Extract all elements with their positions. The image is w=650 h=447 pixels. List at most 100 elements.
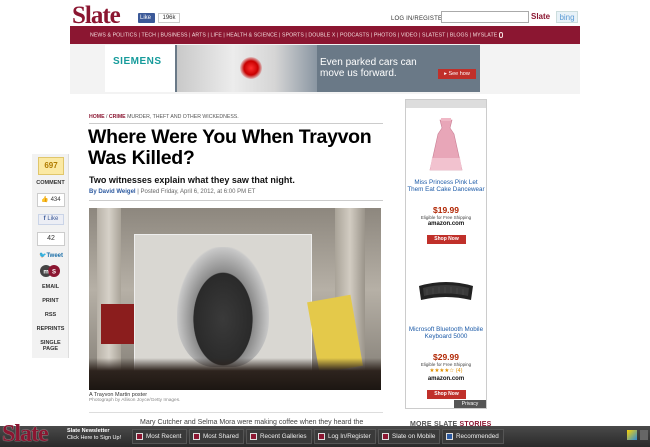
amazon-logo: amazon.com xyxy=(427,376,465,382)
poster-portrait xyxy=(177,247,269,367)
print-link[interactable]: PRINT xyxy=(32,298,69,304)
nav-item-podcasts[interactable]: PODCASTS xyxy=(340,32,369,38)
article-byline: By David Weigel | Posted Friday, April 6… xyxy=(89,189,256,195)
bing-search-button[interactable]: bing xyxy=(556,11,578,23)
nav-item-slatest[interactable]: SLATEST xyxy=(422,32,445,38)
tweet-count-box: 42 xyxy=(37,232,65,246)
ad-headline: Even parked cars can move us forward. xyxy=(320,57,417,79)
nav-item-blogs[interactable]: BLOGS xyxy=(450,32,468,38)
posted-date: Posted Friday, April 6, 2012, at 6:00 PM… xyxy=(140,189,256,195)
breadcrumb: HOME / CRIME MURDER, THEFT AND OTHER WIC… xyxy=(89,114,239,120)
toolbar-button-label: Recent Galleries xyxy=(260,433,307,440)
toolbar-login-register-button[interactable]: Log In/Register xyxy=(314,429,376,444)
nav-item-video[interactable]: VIDEO xyxy=(401,32,418,38)
toolbar-widget-icon[interactable] xyxy=(627,430,637,440)
search-input[interactable] xyxy=(441,11,529,23)
byline-prefix: By xyxy=(89,189,97,195)
free-shipping-note: Eligible for Free Shipping xyxy=(420,362,472,367)
article-headline: Where Were You When Trayvon Was Killed? xyxy=(88,126,372,169)
slate-s-icon xyxy=(382,433,389,440)
login-register-link[interactable]: LOG IN/REGISTER xyxy=(391,16,447,22)
email-link[interactable]: EMAIL xyxy=(32,284,69,290)
comment-link[interactable]: COMMENT xyxy=(32,180,69,186)
article-body-first-line: Mary Cutcher and Selma Mora were making … xyxy=(140,419,364,426)
facebook-like-share-button[interactable]: f Like xyxy=(38,214,64,225)
facebook-like-count-box: 👍 434 xyxy=(37,193,65,207)
ad-logo-panel: SIEMENS xyxy=(105,45,175,92)
rating-stars: ★★★★☆ (4) xyxy=(429,368,463,374)
product-title-keyboard[interactable]: Microsoft Bluetooth Mobile Keyboard 5000 xyxy=(406,326,486,340)
siemens-banner-ad[interactable]: SIEMENS Even parked cars can move us for… xyxy=(105,45,480,92)
toolbar-button-label: Recommended xyxy=(456,433,499,440)
toolbar-most-recent-button[interactable]: Most Recent xyxy=(132,429,187,444)
thumbs-up-icon: 👍 xyxy=(41,197,51,203)
nav-item-news-politics[interactable]: NEWS & POLITICS xyxy=(90,32,137,38)
siemens-logo: SIEMENS xyxy=(113,56,162,67)
keyboard-image[interactable] xyxy=(417,276,475,304)
newsletter-title: Slate Newsletter xyxy=(67,428,110,434)
ad-top-bar xyxy=(406,100,486,108)
breadcrumb-subtitle: MURDER, THEFT AND OTHER WICKEDNESS. xyxy=(127,114,239,120)
divider xyxy=(89,200,383,201)
ad-cta-label: See how xyxy=(448,71,470,77)
star-icon xyxy=(446,433,453,440)
ad-tail-light xyxy=(240,57,262,79)
nav-item-business[interactable]: BUSINESS xyxy=(161,32,188,38)
photo-crowd xyxy=(89,358,381,390)
photo-credit: Photograph by Allison Joyce/Getty Images… xyxy=(89,398,181,403)
product-price-dress: $19.99 xyxy=(433,205,459,215)
main-nav: NEWS & POLITICS | TECH | BUSINESS | ARTS… xyxy=(90,32,503,38)
nav-item-double-x[interactable]: DOUBLE X xyxy=(308,32,335,38)
single-page-link[interactable]: SINGLE PAGE xyxy=(32,340,69,352)
breadcrumb-home[interactable]: HOME xyxy=(89,114,105,120)
nav-item-health-science[interactable]: HEALTH & SCIENCE xyxy=(226,32,277,38)
product-title-dress[interactable]: Miss Princess Pink Let Them Eat Cake Dan… xyxy=(406,179,486,193)
nav-item-sports[interactable]: SPORTS xyxy=(282,32,304,38)
nav-item-arts[interactable]: ARTS xyxy=(192,32,206,38)
myslate-share-icon[interactable]: m S xyxy=(39,264,61,278)
divider xyxy=(89,412,383,413)
divider xyxy=(89,123,383,124)
facebook-like-count: 196k xyxy=(158,13,180,23)
rss-link[interactable]: RSS xyxy=(32,312,69,318)
amazon-sidebar-ad: Miss Princess Pink Let Them Eat Cake Dan… xyxy=(405,99,487,409)
ad-see-how-button[interactable]: ▸ See how xyxy=(438,69,476,79)
nav-item-myslate[interactable]: MYSLATE xyxy=(473,32,498,38)
nav-item-photos[interactable]: PHOTOS xyxy=(374,32,396,38)
nav-item-tech[interactable]: TECH xyxy=(141,32,156,38)
shop-now-button-dress[interactable]: Shop Now xyxy=(427,235,466,244)
svg-text:m: m xyxy=(43,270,48,276)
svg-text:S: S xyxy=(52,270,56,276)
toolbar-button-label: Most Recent xyxy=(146,433,182,440)
slate-s-icon xyxy=(193,433,200,440)
nav-item-life[interactable]: LIFE xyxy=(211,32,222,38)
myslate-icon xyxy=(498,32,503,38)
search-brand-label: Slate xyxy=(531,12,551,21)
toolbar-most-shared-button[interactable]: Most Shared xyxy=(189,429,244,444)
breadcrumb-section[interactable]: CRIME xyxy=(109,114,126,120)
slate-s-icon xyxy=(250,433,257,440)
toolbar-button-label: Slate on Mobile xyxy=(392,433,436,440)
ad-privacy-link[interactable]: Privacy xyxy=(454,400,486,408)
like-count: 434 xyxy=(50,197,61,203)
facebook-like-button[interactable]: Like xyxy=(138,13,155,23)
toolbar-recent-galleries-button[interactable]: Recent Galleries xyxy=(246,429,312,444)
article-dek: Two witnesses explain what they saw that… xyxy=(89,175,295,185)
toolbar-slate-logo[interactable]: Slate xyxy=(2,421,49,447)
amazon-logo: amazon.com xyxy=(427,221,465,227)
reprints-link[interactable]: REPRINTS xyxy=(32,326,69,332)
toolbar-collapse-icon[interactable] xyxy=(640,430,648,440)
author-link[interactable]: David Weigel xyxy=(98,189,135,195)
like-label: Like xyxy=(47,216,59,222)
tweet-label: Tweet xyxy=(46,253,64,259)
tweet-button[interactable]: 🐦Tweet xyxy=(36,251,66,261)
free-shipping-note: Eligible for Free Shipping xyxy=(420,215,472,220)
pink-dress-image[interactable] xyxy=(426,118,466,174)
comment-count-badge[interactable]: 697 xyxy=(38,157,64,175)
toolbar-recommended-button[interactable]: Recommended xyxy=(442,429,504,444)
toolbar-slate-on-mobile-button[interactable]: Slate on Mobile xyxy=(378,429,440,444)
product-price-keyboard: $29.99 xyxy=(433,352,459,362)
newsletter-signup[interactable]: Slate Newsletter Click Here to Sign Up! xyxy=(67,428,121,442)
shop-now-button-keyboard[interactable]: Shop Now xyxy=(427,390,466,399)
slate-s-icon xyxy=(318,433,325,440)
